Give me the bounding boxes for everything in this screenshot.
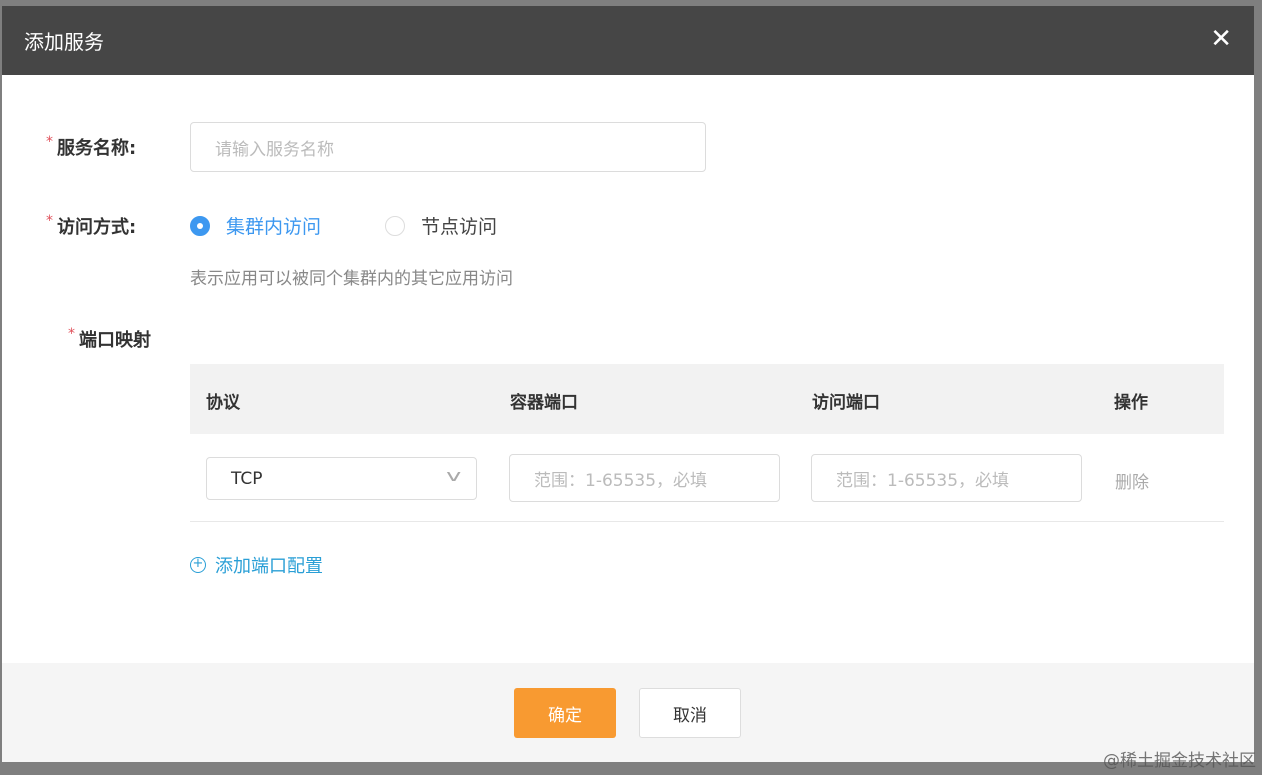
chevron-down-icon: v [445,466,461,485]
cancel-button[interactable]: 取消 [639,688,741,738]
protocol-value: TCP [231,468,263,489]
port-mapping-label: * 端口映射 [68,326,151,351]
radio-unchecked-icon [385,215,405,236]
column-container-port: 容器端口 [510,393,578,413]
service-name-label: * 服务名称: [46,134,137,159]
service-name-input[interactable]: 请输入服务名称 [190,122,706,172]
radio-label: 集群内访问 [226,216,322,238]
confirm-button[interactable]: 确定 [514,688,616,738]
service-name-placeholder: 请输入服务名称 [215,139,334,160]
access-port-placeholder: 范围：1-65535，必填 [836,470,1010,491]
dialog-header: 添加服务 ✕ [2,6,1254,75]
container-port-input[interactable]: 范围：1-65535，必填 [509,454,780,502]
dialog-title: 添加服务 [24,30,104,54]
protocol-select[interactable]: TCP v [206,457,477,500]
row-divider [190,521,1224,522]
column-protocol: 协议 [206,393,240,413]
plus-circle-icon: + [190,557,206,573]
add-service-dialog: 添加服务 ✕ * 服务名称: 请输入服务名称 * 访问方式: 集群内访问 节点访问 … [2,6,1254,762]
access-mode-hint: 表示应用可以被同个集群内的其它应用访问 [190,269,513,289]
radio-cluster-access[interactable]: 集群内访问 [190,212,321,239]
radio-node-access[interactable]: 节点访问 [385,212,497,239]
access-mode-label: * 访问方式: [46,213,137,238]
delete-row-link[interactable]: 删除 [1115,468,1149,493]
dialog-footer: 确定 取消 [2,663,1254,762]
container-port-placeholder: 范围：1-65535，必填 [534,470,708,491]
port-table-header: 协议 容器端口 访问端口 操作 [190,364,1224,434]
column-action: 操作 [1114,393,1148,413]
column-access-port: 访问端口 [812,393,880,413]
access-port-input[interactable]: 范围：1-65535，必填 [811,454,1082,502]
radio-label: 节点访问 [421,216,498,238]
close-icon[interactable]: ✕ [1210,24,1232,54]
add-port-label: 添加端口配置 [215,556,323,577]
radio-checked-icon [190,215,210,236]
watermark: @稀土掘金技术社区 [1103,751,1256,771]
add-port-config-button[interactable]: + 添加端口配置 [190,552,323,578]
